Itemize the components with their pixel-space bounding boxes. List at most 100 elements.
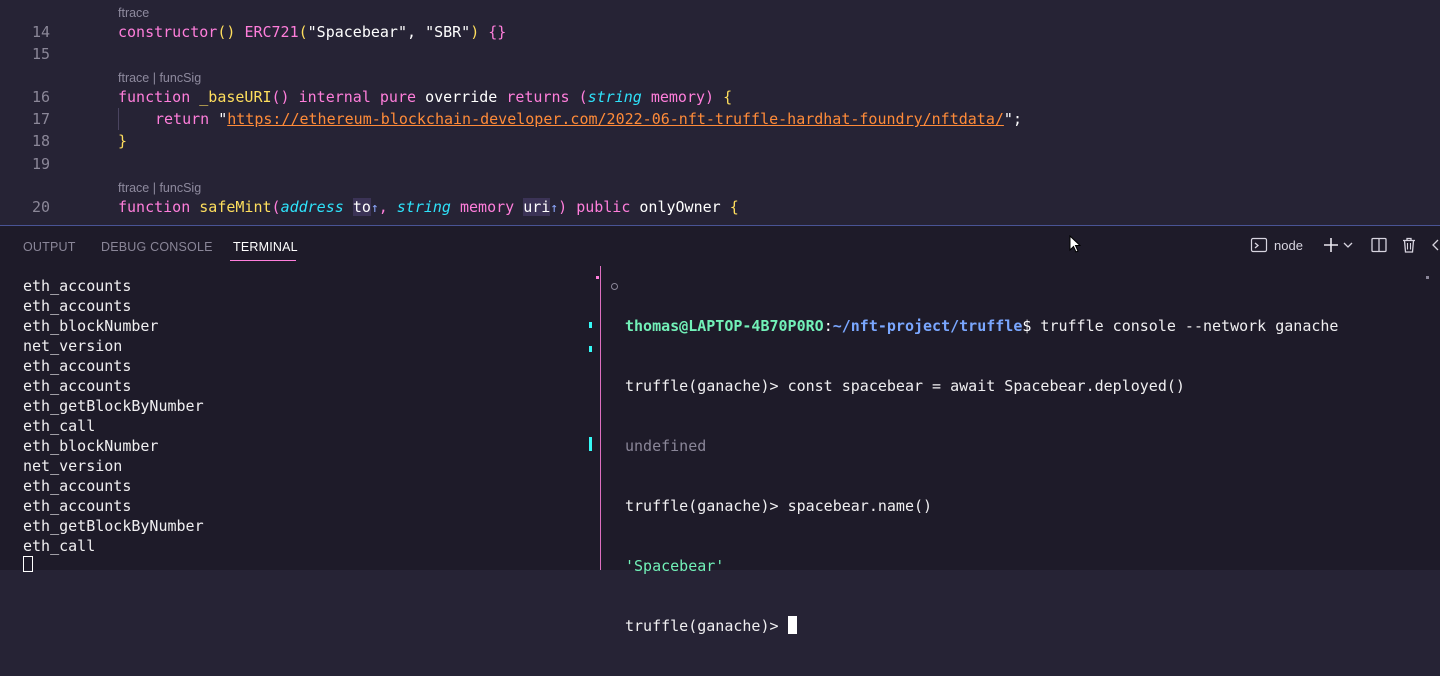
string-spacebear: "Spacebear" [307,23,407,41]
codelens-line14[interactable]: ftrace [118,5,149,21]
type-address: address [280,198,344,216]
keyword-function: function [118,198,191,216]
repl-prompt: truffle(ganache)> [625,617,788,635]
paren-open: ( [298,23,308,41]
quote-close: " [1003,110,1013,128]
parens: () [217,23,236,41]
line-number-19: 19 [31,155,50,173]
parens: () [271,88,290,106]
terminal-line: eth_blockNumber [23,317,159,335]
terminal-line: eth_call [23,417,96,435]
keyword-memory: memory [650,88,706,106]
paren-close: ) [470,23,480,41]
keyword-returns: returns [506,88,570,106]
scroll-marker [589,346,592,352]
code-line-14[interactable]: constructor() ERC721("Spacebear", "SBR")… [118,21,506,43]
terminal-split-divider[interactable] [600,266,601,570]
keyword-internal: internal [298,88,371,106]
keyword-return: return [155,110,210,128]
terminal-line: eth_call [23,537,96,555]
terminal-line: net_version [23,457,123,475]
keyword-function: function [118,88,191,106]
keyword-public: public [576,198,631,216]
brace-open: { [729,198,739,216]
terminal-line: eth_getBlockByNumber [23,397,204,415]
terminal-line: eth_accounts [23,297,132,315]
url-link[interactable]: https://ethereum-blockchain-developer.co… [227,110,1004,128]
comma: , [407,23,426,41]
terminal-line: eth_getBlockByNumber [23,517,204,535]
terminal-cursor [787,616,797,634]
brace-close: } [118,132,128,150]
param-uri: uri [523,198,551,216]
split-marker [596,276,599,279]
code-line-17[interactable]: return "https://ethereum-blockchain-deve… [155,108,1022,130]
modifier-onlyowner: onlyOwner [639,198,721,216]
paren-open: ( [578,88,588,106]
codelens-line16[interactable]: ftrace | funcSig [118,70,201,86]
terminal-right[interactable]: thomas@LAPTOP-4B70P0RO:~/nft-project/tru… [625,276,1338,676]
tab-terminal[interactable]: TERMINAL [233,238,298,256]
quote-open: " [218,110,228,128]
paren-open: ( [271,198,281,216]
terminal-profile-label[interactable]: node [1274,234,1303,258]
terminal-line: eth_accounts [23,477,132,495]
terminal-line: truffle(ganache)> [625,616,1338,636]
type-string: string [587,88,642,106]
terminal-line: eth_accounts [23,277,132,295]
terminal-line: eth_blockNumber [23,437,159,455]
plus-icon[interactable] [1322,234,1340,258]
prompt-user: thomas@LAPTOP-4B70P0RO [625,317,824,335]
keyword-constructor: constructor [118,23,218,41]
command-text: truffle console --network ganache [1031,317,1339,335]
paren-close: ) [558,198,568,216]
bottom-panel: OUTPUT DEBUG CONSOLE TERMINAL node eth_a… [0,226,1440,635]
code-line-18[interactable]: } [118,130,127,152]
tab-debug-console[interactable]: DEBUG CONSOLE [101,238,213,256]
terminal-line: thomas@LAPTOP-4B70P0RO:~/nft-project/tru… [625,316,1338,336]
up-arrow-icon: ↑ [370,201,379,216]
paren-close: ) [705,88,715,106]
terminal-line: truffle(ganache)> const spacebear = awai… [625,376,1338,396]
line-number-15: 15 [31,45,50,63]
terminal-left[interactable]: eth_accounts eth_accounts eth_blockNumbern… [23,276,204,556]
comma: , [378,198,397,216]
terminal-output: undefined [625,437,707,455]
class-erc721: ERC721 [244,23,299,41]
trash-icon[interactable] [1400,234,1418,258]
mouse-pointer-icon [1069,235,1081,253]
command-decoration-icon[interactable] [611,283,618,290]
param-to: to [352,198,371,216]
terminal-icon[interactable] [1250,234,1268,258]
tab-output[interactable]: OUTPUT [23,238,76,256]
line-number-16: 16 [31,88,50,106]
code-line-20[interactable]: function safeMint(address to↑, string me… [118,196,739,218]
panel-actions: node [1250,234,1440,258]
split-icon[interactable] [1370,234,1388,258]
code-editor[interactable]: ftrace 14 constructor() ERC721("Spacebea… [0,0,1440,225]
brace-open: { [723,88,733,106]
terminal-output: 'Spacebear' [625,557,725,575]
scroll-marker [589,437,592,451]
chevron-down-icon[interactable] [1342,234,1354,258]
keyword-override: override [425,88,498,106]
codelens-line20[interactable]: ftrace | funcSig [118,180,201,196]
scroll-marker [1426,276,1429,279]
panel-tabs: OUTPUT DEBUG CONSOLE TERMINAL [0,226,700,266]
line-number-20: 20 [31,198,50,216]
string-sbr: "SBR" [425,23,471,41]
code-line-16[interactable]: function _baseURI() internal pure overri… [118,86,732,108]
chevron-left-icon[interactable] [1430,234,1440,258]
up-arrow-icon: ↑ [550,201,559,216]
terminal-line: eth_accounts [23,497,132,515]
active-tab-indicator [230,260,296,261]
terminal-line: eth_accounts [23,357,132,375]
terminal-line: eth_accounts [23,377,132,395]
command-text: spacebear.name() [787,497,933,515]
prompt-path: ~/nft-project/truffle [832,317,1023,335]
scroll-marker [589,322,592,328]
semicolon: ; [1012,110,1022,128]
function-name-safemint: safeMint [199,198,272,216]
empty-body: {} [479,23,507,41]
line-number-17: 17 [31,110,50,128]
